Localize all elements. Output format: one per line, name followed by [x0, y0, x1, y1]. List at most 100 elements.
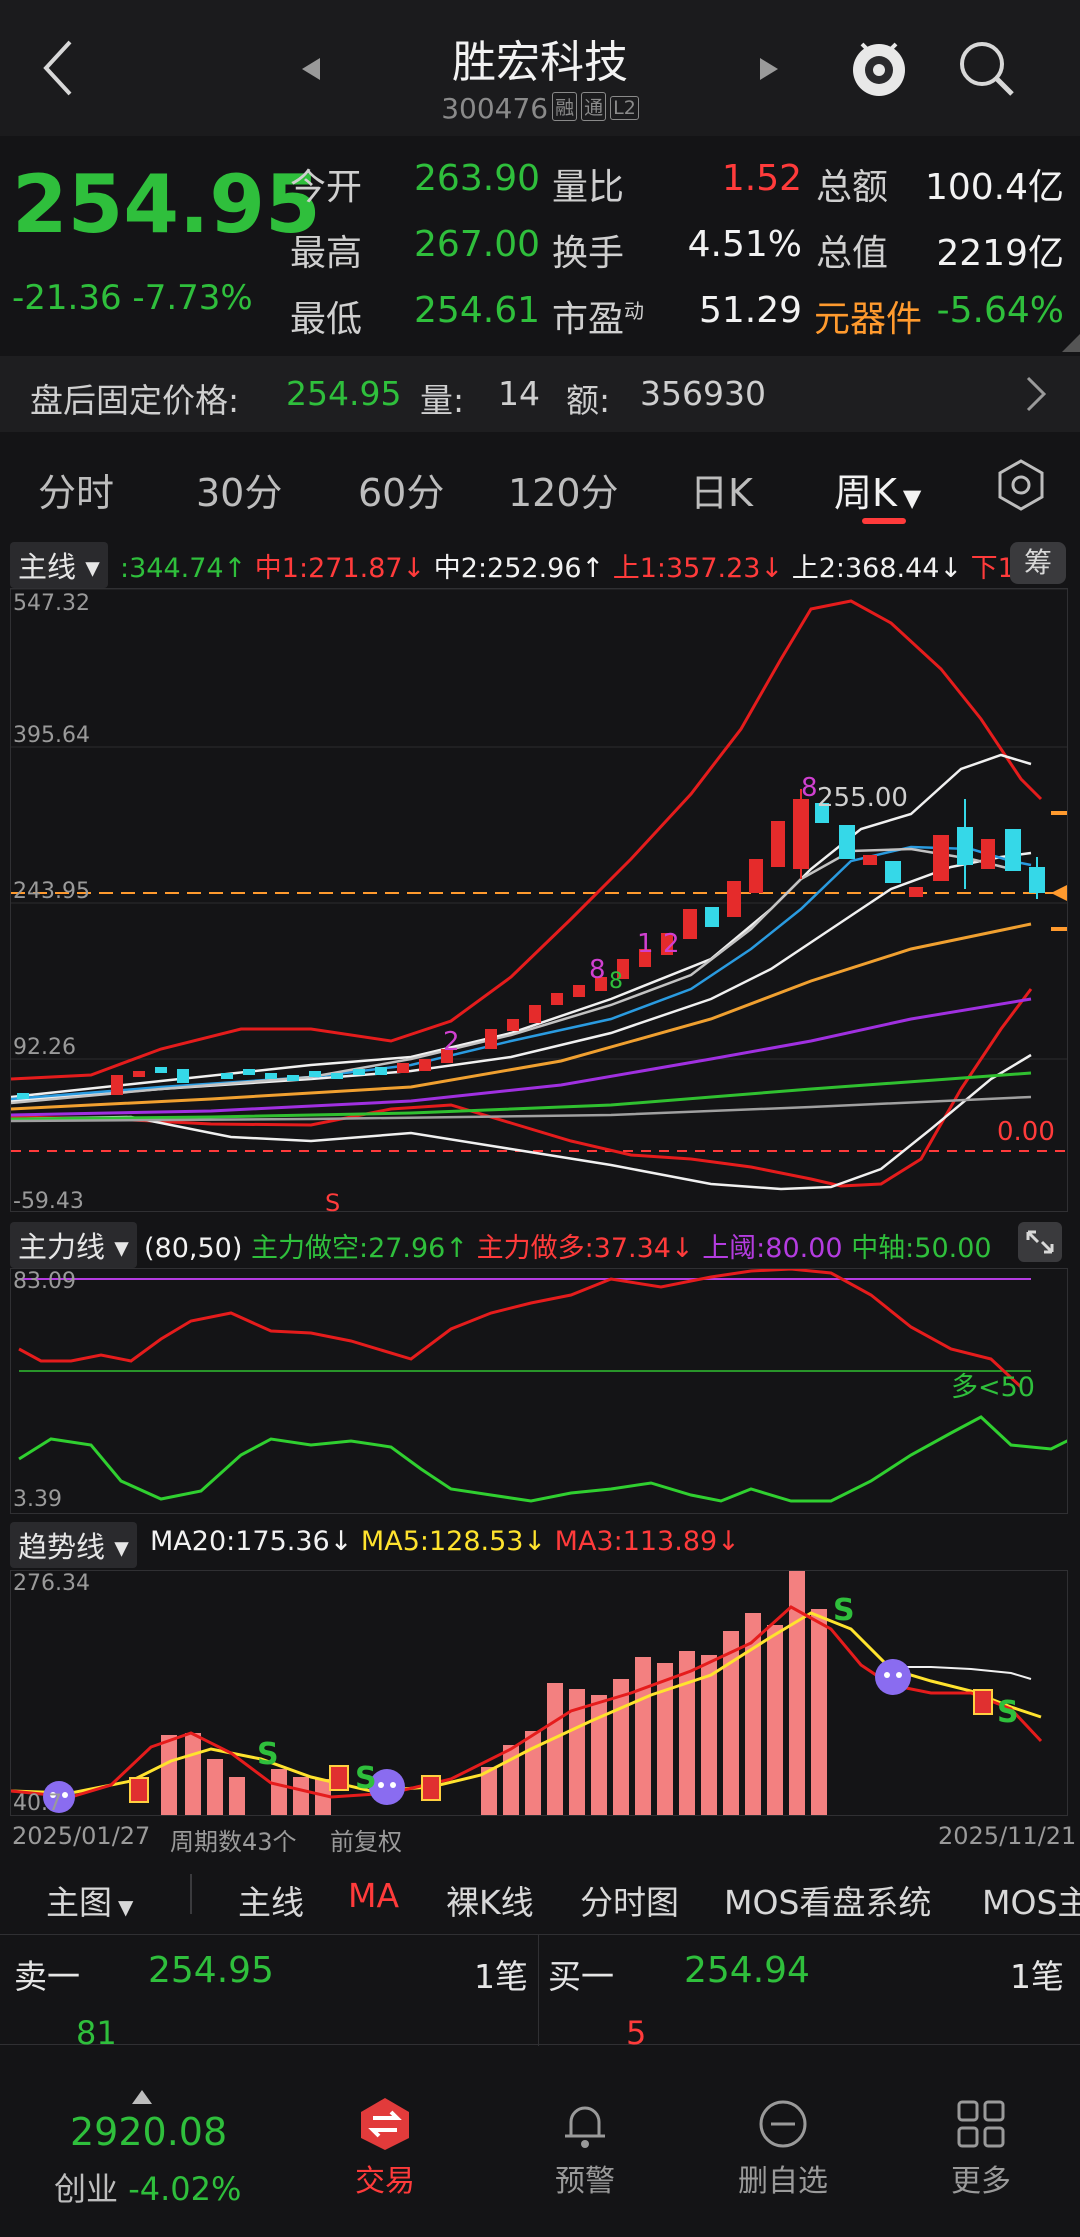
sell-signal-icon: S [257, 1737, 279, 1772]
tab-120min[interactable]: 120分 [508, 462, 619, 517]
buy-badge-icon [129, 1777, 149, 1803]
high-label: 最高 [290, 233, 363, 274]
ind-up1: 上1:357.23↓ [612, 553, 784, 584]
corner-mark-icon [1062, 334, 1080, 352]
pe-label: 市盈动 [552, 299, 645, 340]
tab-naked-k[interactable]: 裸K线 [446, 1876, 534, 1924]
main-chart-svg [10, 588, 1069, 1191]
marker-2a: 2 [443, 1027, 460, 1057]
tab-divider [190, 1874, 192, 1914]
after-hours-label: 盘后固定价格: [30, 381, 240, 420]
main-chart[interactable]: 547.32 395.64 243.95 92.26 -59.43 0.00 2… [10, 588, 1069, 1217]
main-indicator-selector[interactable]: 主线 ▾ [10, 542, 108, 588]
sub2-chart[interactable]: S S S S 276.34 40.7 [10, 1570, 1068, 1816]
tab-mos-main[interactable]: MOS主 [982, 1876, 1080, 1924]
tab-mainline[interactable]: 主线 [238, 1876, 304, 1924]
sell-signal-icon-3: S [833, 1593, 855, 1628]
sector-label[interactable]: 元器件 [814, 290, 922, 342]
caret-up-icon [132, 2090, 152, 2104]
tab-intraday[interactable]: 分时 [38, 462, 114, 517]
tab-weekly[interactable]: 周K ▼ [834, 462, 921, 517]
sub1-selector[interactable]: 主力线 ▾ [10, 1222, 137, 1268]
marker-8b: 8 [609, 969, 623, 994]
chip-button[interactable]: 筹 [1010, 542, 1066, 584]
expand-icon[interactable] [1018, 1222, 1062, 1262]
sub2-ma3: MA3:113.89↓ [554, 1526, 740, 1557]
after-hours-bar[interactable]: 盘后固定价格: 254.95 量: 14 额: 356930 [0, 356, 1080, 432]
range-start: 2025/01/27 [12, 1822, 151, 1850]
chart-mode-tabs: 主图 ▼ 主线 MA 裸K线 分时图 MOS看盘系统 MOS主 [0, 1858, 1080, 1934]
tab-timeshare[interactable]: 分时图 [580, 1876, 679, 1924]
pe-sup: 动 [624, 299, 645, 323]
sub2-y-top: 276.34 [13, 1571, 90, 1596]
index-pct: -4.02% [128, 2170, 242, 2208]
low-value: 254.61 [414, 290, 540, 331]
search-icon[interactable] [956, 38, 1016, 98]
nav-alert[interactable]: 预警 [510, 2096, 660, 2200]
price-change: -21.36 -7.73% [12, 278, 253, 318]
sub1-upper: 上阈:80.00 [702, 1233, 843, 1264]
last-price: 254.95 [12, 158, 321, 251]
marker-s: S [325, 1189, 341, 1217]
marker-1: 1 [637, 929, 654, 959]
settings-hex-icon[interactable] [996, 458, 1046, 512]
amount-label: 总额 [816, 167, 889, 208]
marker-2b: 2 [663, 929, 680, 959]
range-end: 2025/11/21 [938, 1822, 1077, 1850]
nav-alert-label: 预警 [555, 2164, 615, 2199]
tab-30min[interactable]: 30分 [196, 462, 282, 517]
sub2-y-bottom: 40.7 [13, 1791, 62, 1816]
sell-signal-icon-2: S [355, 1761, 377, 1796]
tag-l2: L2 [610, 96, 639, 120]
index-name: 创业 [54, 2170, 119, 2208]
tab-ma[interactable]: MA [348, 1876, 399, 1915]
next-stock-icon[interactable] [758, 56, 780, 82]
nav-more[interactable]: 更多 [906, 2096, 1056, 2200]
vol-ratio-value: 1.52 [721, 158, 802, 199]
tab-main-chart[interactable]: 主图 ▼ [46, 1876, 133, 1924]
index-row[interactable]: 创业 -4.02% [54, 2164, 241, 2210]
after-hours-vol: 14 [498, 374, 540, 413]
sell-signal-icon-4: S [997, 1695, 1019, 1730]
change-value: -21.36 [12, 278, 122, 318]
sub1-note: 多<50 [951, 1372, 1035, 1403]
active-tab-indicator [862, 518, 906, 524]
tab-daily[interactable]: 日K [690, 462, 753, 517]
mktcap-label: 总值 [816, 233, 889, 274]
nav-trade-label: 交易 [355, 2164, 415, 2199]
price-annotation: 255.00 [817, 783, 908, 813]
sub2-selector[interactable]: 趋势线 ▾ [10, 1522, 137, 1568]
ask1-count: 1笔 [474, 1957, 528, 1996]
sub1-chart-svg [18, 1267, 1080, 1503]
nav-trade[interactable]: 交易 [310, 2096, 460, 2200]
low-label: 最低 [290, 299, 363, 340]
zero-label: 0.00 [997, 1117, 1055, 1147]
stock-name: 胜宏科技 [452, 37, 628, 88]
period-tabs: 分时 30分 60分 120分 日K 周K ▼ [0, 440, 1080, 536]
nav-remove-watchlist[interactable]: 删自选 [708, 2096, 858, 2200]
tag-margin: 融 [552, 92, 578, 121]
y-tick-2: 395.64 [13, 723, 90, 748]
main-indicator-values: :344.74↑ 中1:271.87↓ 中2:252.96↑ 上1:357.23… [120, 546, 1041, 585]
nav-more-label: 更多 [951, 2164, 1011, 2199]
stock-code-row: 300476 融通 L2 [0, 92, 1080, 125]
marker-8c: 8 [801, 773, 818, 803]
sub2-ma20: MA20:175.36↓ [150, 1526, 353, 1557]
sub1-y-top: 83.09 [13, 1269, 76, 1294]
ind-main: :344.74↑ [120, 553, 247, 584]
tab-mos-system[interactable]: MOS看盘系统 [724, 1876, 931, 1924]
index-value[interactable]: 2920.08 [70, 2110, 227, 2154]
bid1-price: 254.94 [684, 1950, 810, 1991]
sub2-values: MA20:175.36↓ MA5:128.53↓ MA3:113.89↓ [150, 1526, 740, 1557]
order-book: 卖一 254.95 1笔 81 买一 254.94 1笔 5 [0, 1934, 1080, 2052]
mascot-icon[interactable] [848, 34, 910, 100]
bell-icon [565, 2106, 605, 2148]
period-count: 周期数43个 [170, 1828, 297, 1856]
open-label: 今开 [290, 167, 363, 208]
ask1-label: 卖一 [14, 1957, 80, 1996]
buy-badge-icon-2 [329, 1765, 349, 1791]
tab-60min[interactable]: 60分 [358, 462, 444, 517]
sub1-chart[interactable]: 83.09 3.39 多<50 [10, 1267, 1080, 1514]
after-hours-amt: 356930 [640, 374, 766, 413]
sub2-ma5: MA5:128.53↓ [360, 1526, 547, 1557]
